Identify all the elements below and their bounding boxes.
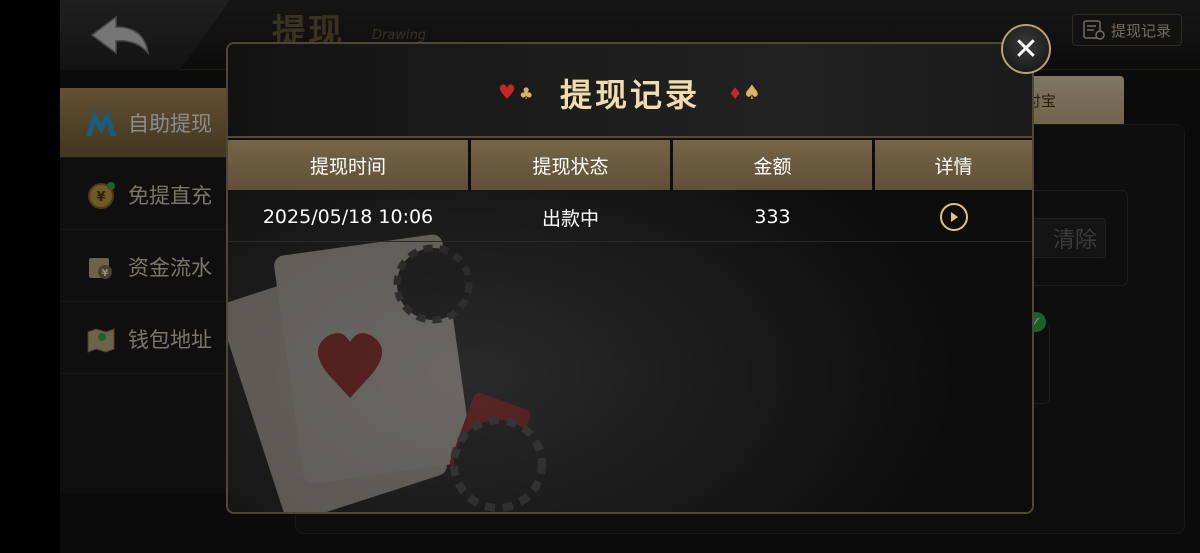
diamond-icon: ♦ — [728, 84, 743, 103]
column-header-status: 提现状态 — [471, 140, 670, 190]
detail-button[interactable] — [939, 203, 968, 231]
cell-time: 2025/05/18 10:06 — [262, 206, 434, 228]
close-button[interactable]: ✕ — [1001, 24, 1051, 74]
column-header-detail: 详情 — [875, 140, 1032, 190]
withdraw-record-dialog: ♥ ♣ 提现记录 ♦ ♠ 提现时间 提现状态 金额 详情 2025/05/18 … — [226, 42, 1034, 514]
cell-detail — [875, 192, 1032, 242]
table-header: 提现时间 提现状态 金额 详情 — [228, 140, 1032, 190]
cell-status: 出款中 — [541, 207, 599, 230]
chevron-right-icon — [950, 212, 958, 222]
column-header-time: 提现时间 — [228, 140, 468, 190]
spade-icon: ♠ — [743, 80, 761, 104]
table-row: 2025/05/18 10:06 出款中 333 — [228, 192, 1032, 242]
dialog-title: 提现记录 — [559, 76, 700, 114]
cell-amount: 333 — [754, 206, 791, 228]
dialog-header: ♥ ♣ 提现记录 ♦ ♠ — [228, 44, 1032, 138]
close-icon: ✕ — [1013, 31, 1039, 67]
column-header-amount: 金额 — [673, 140, 872, 190]
